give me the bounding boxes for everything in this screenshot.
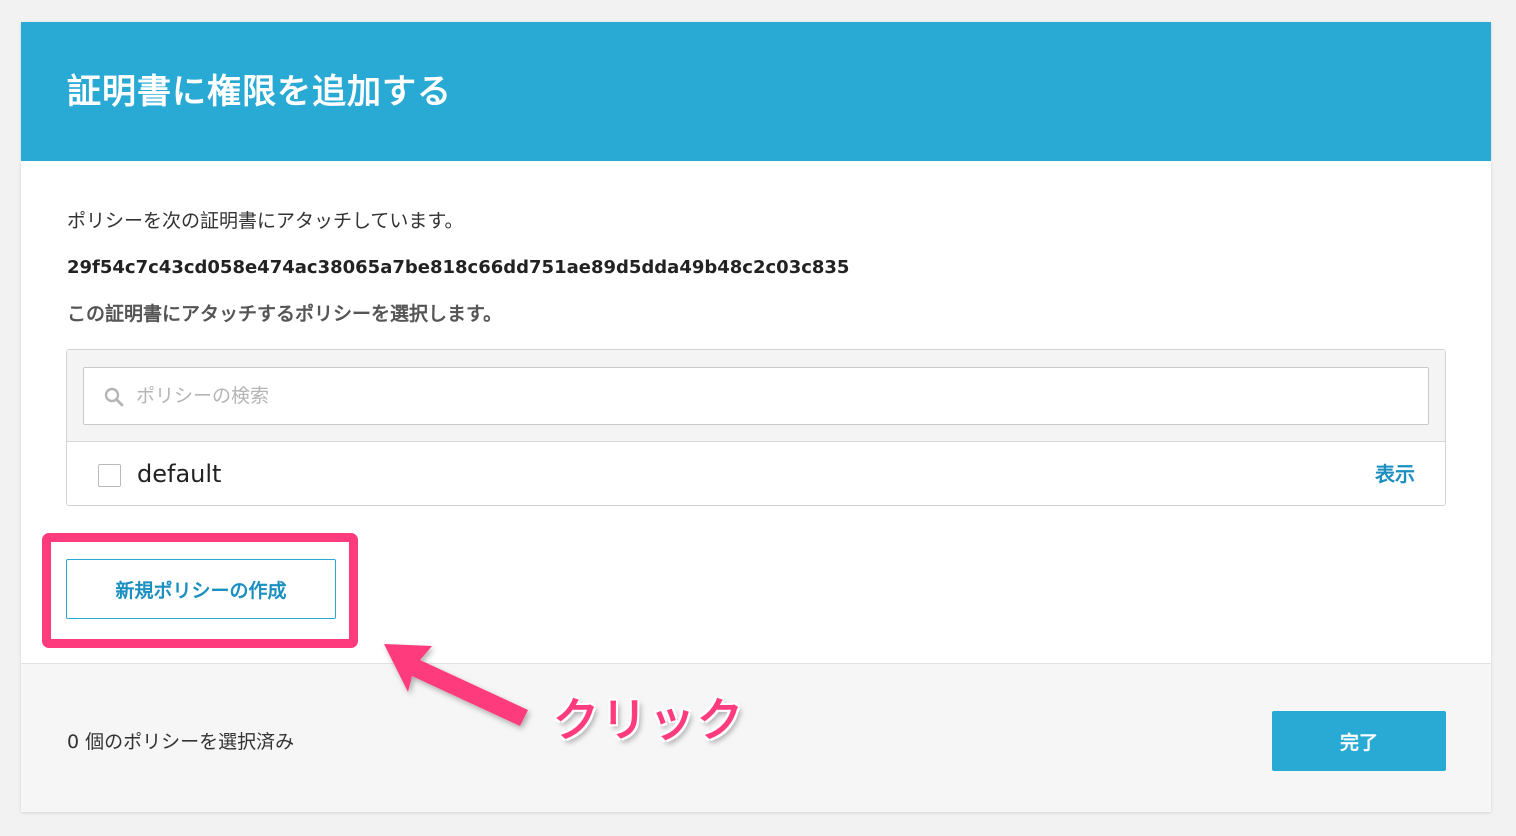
policy-list-panel: default 表示: [66, 349, 1446, 506]
view-policy-link[interactable]: 表示: [1375, 460, 1415, 488]
policy-checkbox[interactable]: [98, 464, 121, 487]
select-policy-label: この証明書にアタッチするポリシーを選択します。: [67, 303, 503, 325]
policy-name: default: [137, 460, 222, 488]
annotation-arrow-icon: [384, 644, 528, 726]
search-input[interactable]: [136, 376, 1416, 416]
search-icon: [104, 387, 124, 407]
annotation-click-text: クリック: [553, 693, 745, 747]
certificate-id: 29f54c7c43cd058e474ac38065a7be818c66dd75…: [67, 257, 850, 278]
done-button[interactable]: 完了: [1272, 711, 1446, 771]
selected-count-text: 0 個のポリシーを選択済み: [67, 731, 295, 753]
dialog-title: 証明書に権限を追加する: [67, 72, 452, 112]
search-area: [67, 350, 1445, 442]
add-permission-dialog: 証明書に権限を追加する ポリシーを次の証明書にアタッチしています。 29f54c…: [21, 22, 1491, 812]
create-new-policy-button[interactable]: 新規ポリシーの作成: [66, 559, 336, 619]
intro-text: ポリシーを次の証明書にアタッチしています。: [67, 210, 464, 232]
policy-row: default 表示: [67, 442, 1445, 505]
dialog-footer: 0 個のポリシーを選択済み 完了: [21, 663, 1491, 812]
search-box[interactable]: [83, 367, 1429, 425]
dialog-header: 証明書に権限を追加する: [21, 22, 1491, 161]
